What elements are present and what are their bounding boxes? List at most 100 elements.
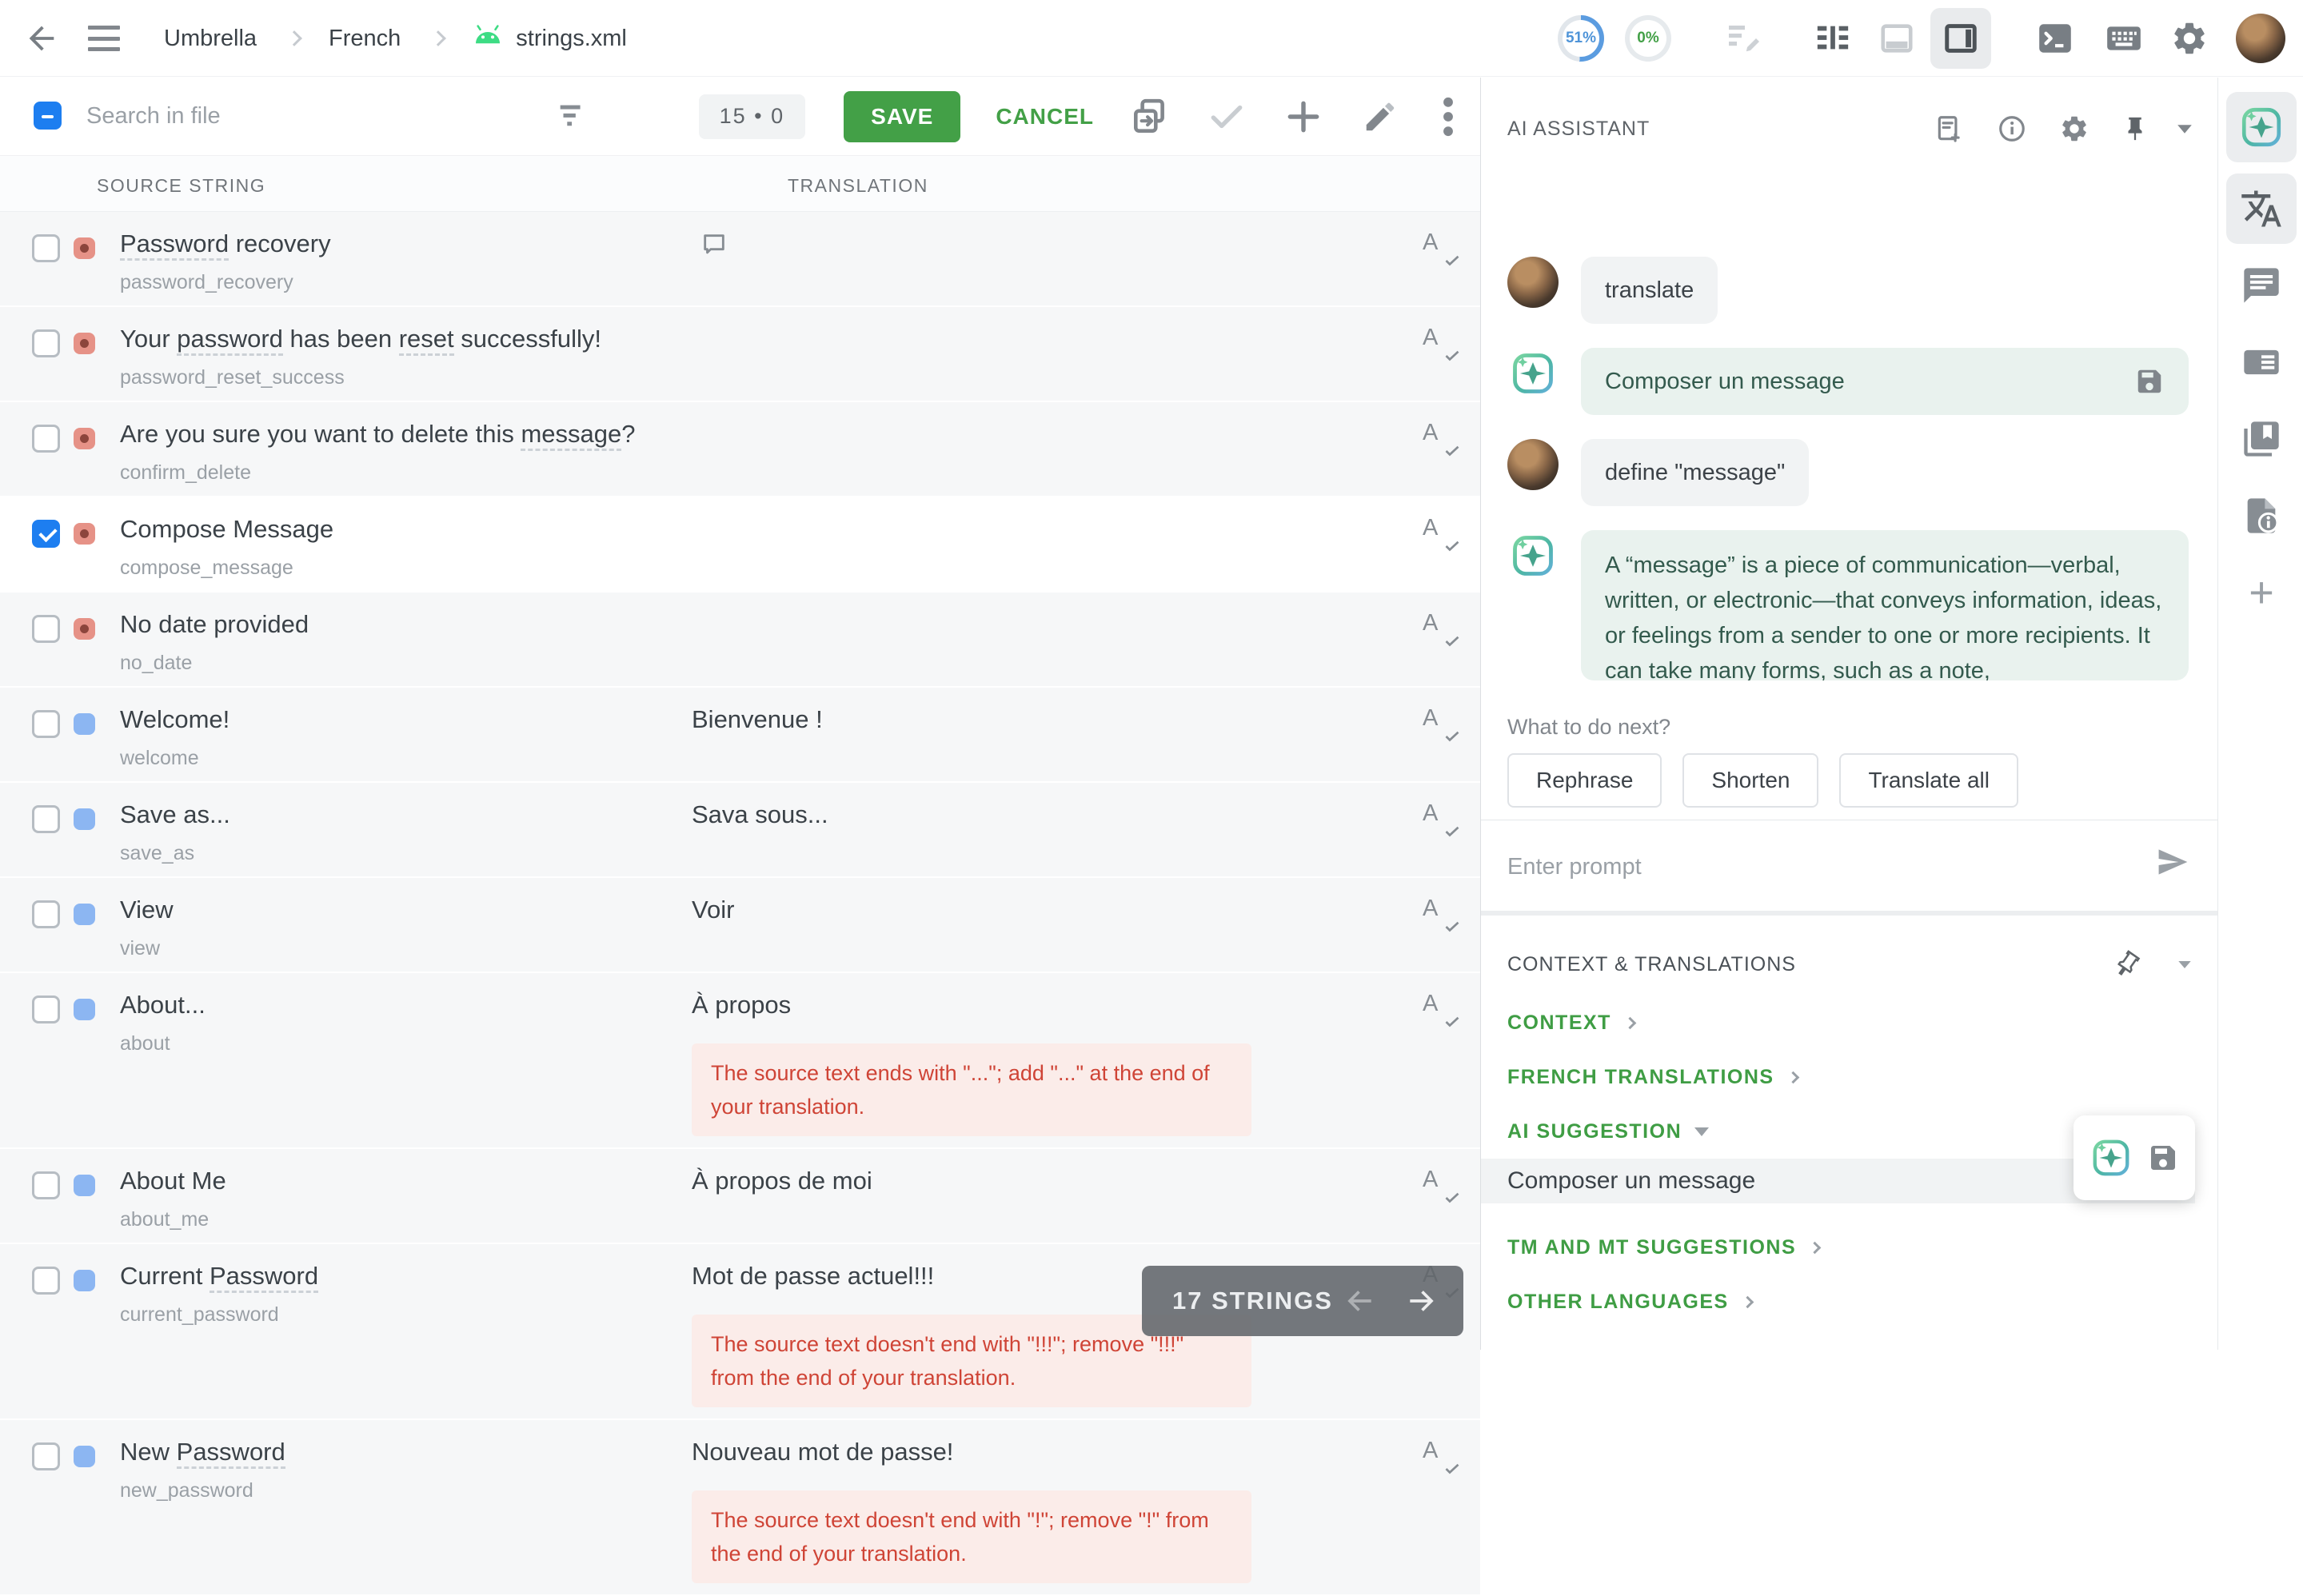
row-checkbox[interactable] [32,710,60,738]
select-all-checkbox[interactable] [34,102,62,130]
new-conversation-icon[interactable] [1934,114,1965,144]
table-row[interactable]: View view Voir A [0,878,1480,973]
view-table-button[interactable] [1802,8,1863,69]
spellcheck-icon[interactable]: A [1423,896,1459,932]
spellcheck-icon[interactable]: A [1423,1438,1459,1474]
info-icon[interactable] [1997,114,2027,144]
console-icon[interactable] [2033,18,2077,58]
spellcheck-icon[interactable]: A [1423,1167,1459,1203]
collapse-arrow-icon [1694,1127,1709,1136]
quick-action-shorten[interactable]: Shorten [1682,753,1818,808]
expand-arrow-icon [1809,1242,1822,1255]
pin-outline-icon[interactable] [2113,949,2141,980]
chevron-right-icon [430,30,446,46]
spellcheck-icon[interactable]: A [1423,515,1459,552]
table-row[interactable]: Password recovery password_recovery A [0,212,1480,307]
row-checkbox[interactable] [32,900,60,928]
filter-icon[interactable] [552,97,593,135]
rail-translate[interactable] [2226,174,2297,244]
section-french-translations[interactable]: FRENCH TRANSLATIONS [1507,1066,1798,1089]
row-checkbox[interactable] [32,805,60,833]
cancel-button[interactable]: CANCEL [996,104,1094,130]
ai-settings-gear-icon[interactable] [2059,114,2089,144]
user-avatar[interactable] [2236,14,2285,63]
section-context[interactable]: CONTEXT [1507,1011,1634,1035]
section-tm-mt-suggestions[interactable]: TM AND MT SUGGESTIONS [1507,1236,1819,1259]
table-row[interactable]: Are you sure you want to delete this mes… [0,402,1480,497]
spellcheck-icon[interactable]: A [1423,610,1459,647]
keyboard-icon[interactable] [2101,18,2146,58]
settings-gear-icon[interactable] [2167,19,2212,58]
edit-pencil-icon[interactable] [1359,96,1401,138]
prev-string-icon[interactable] [1342,1283,1377,1319]
view-right-panel-button[interactable] [1930,8,1991,69]
spellcheck-icon[interactable]: A [1423,705,1459,742]
more-options-icon[interactable] [1436,96,1460,138]
table-row[interactable]: Your password has been reset successfull… [0,307,1480,402]
view-bottom-panel-button[interactable] [1866,8,1927,69]
table-row[interactable]: New Password new_password Nouveau mot de… [0,1420,1480,1596]
row-checkbox[interactable] [32,520,60,548]
table-row[interactable]: Welcome! welcome Bienvenue ! A [0,688,1480,783]
quick-action-translate-all[interactable]: Translate all [1839,753,2018,808]
menu-icon[interactable] [85,22,123,54]
editor-toolbar: 15 • 0 SAVE CANCEL [0,78,1480,155]
rail-tm-card[interactable] [2226,327,2297,397]
ai-sparkle-icon[interactable] [2089,1136,2133,1179]
save-button[interactable]: SAVE [844,91,960,142]
copy-source-icon[interactable] [1129,96,1171,138]
row-checkbox[interactable] [32,1267,60,1295]
breadcrumb-file[interactable]: strings.xml [516,26,627,52]
status-badge [74,713,95,735]
row-checkbox[interactable] [32,996,60,1023]
rail-glossary-books[interactable] [2226,404,2297,474]
breadcrumb-language[interactable]: French [329,26,401,52]
search-input[interactable] [86,92,470,140]
back-button[interactable] [22,21,61,56]
collapse-caret-icon[interactable] [2176,124,2193,134]
pin-icon[interactable] [2121,114,2149,144]
rail-ai-assistant[interactable] [2226,92,2297,162]
collapse-caret-icon[interactable] [2176,960,2193,970]
table-row[interactable]: Compose Message compose_message A [0,497,1480,593]
prompt-input[interactable] [1507,843,2067,891]
save-suggestion-icon[interactable] [2147,1142,2179,1174]
row-checkbox[interactable] [32,615,60,643]
table-row[interactable]: No date provided no_date A [0,593,1480,688]
table-row[interactable]: Save as... save_as Sava sous... A [0,783,1480,878]
row-checkbox[interactable] [32,329,60,357]
save-floppy-icon[interactable] [2134,366,2165,397]
rail-add-panel[interactable]: + [2226,557,2297,628]
breadcrumb-project[interactable]: Umbrella [164,26,257,52]
rail-file-info[interactable] [2226,481,2297,551]
spellcheck-icon[interactable]: A [1423,420,1459,457]
send-icon[interactable] [2155,844,2190,880]
draft-edit-icon[interactable] [1722,19,1764,58]
translation-progress-ring[interactable]: 51% [1558,15,1604,62]
row-checkbox[interactable] [32,234,60,262]
rail-comments[interactable] [2226,250,2297,321]
spellcheck-icon[interactable]: A [1423,325,1459,361]
source-string: Your password has been reset successfull… [120,323,692,355]
approval-progress-ring[interactable]: 0% [1625,15,1671,62]
row-checkbox[interactable] [32,425,60,453]
glossary-term: Password [210,1262,318,1293]
quick-action-rephrase[interactable]: Rephrase [1507,753,1662,808]
spellcheck-icon[interactable]: A [1423,229,1459,266]
expand-arrow-icon [1786,1071,1799,1084]
table-row[interactable]: About Me about_me À propos de moi A [0,1149,1480,1244]
row-checkbox[interactable] [32,1171,60,1199]
add-string-icon[interactable] [1283,96,1324,138]
string-key: about [120,1032,692,1055]
source-string: Password recovery [120,228,692,260]
next-string-icon[interactable] [1404,1283,1439,1319]
comment-icon[interactable] [700,231,728,262]
spellcheck-icon[interactable]: A [1423,991,1459,1027]
section-ai-suggestion[interactable]: AI SUGGESTION [1507,1120,1709,1143]
approve-check-icon[interactable] [1206,96,1247,138]
top-bar: Umbrella French strings.xml 51% 0% [0,0,2303,77]
table-row[interactable]: About... about À propos The source text … [0,973,1480,1149]
section-other-languages[interactable]: OTHER LANGUAGES [1507,1291,1752,1314]
spellcheck-icon[interactable]: A [1423,800,1459,837]
row-checkbox[interactable] [32,1442,60,1470]
